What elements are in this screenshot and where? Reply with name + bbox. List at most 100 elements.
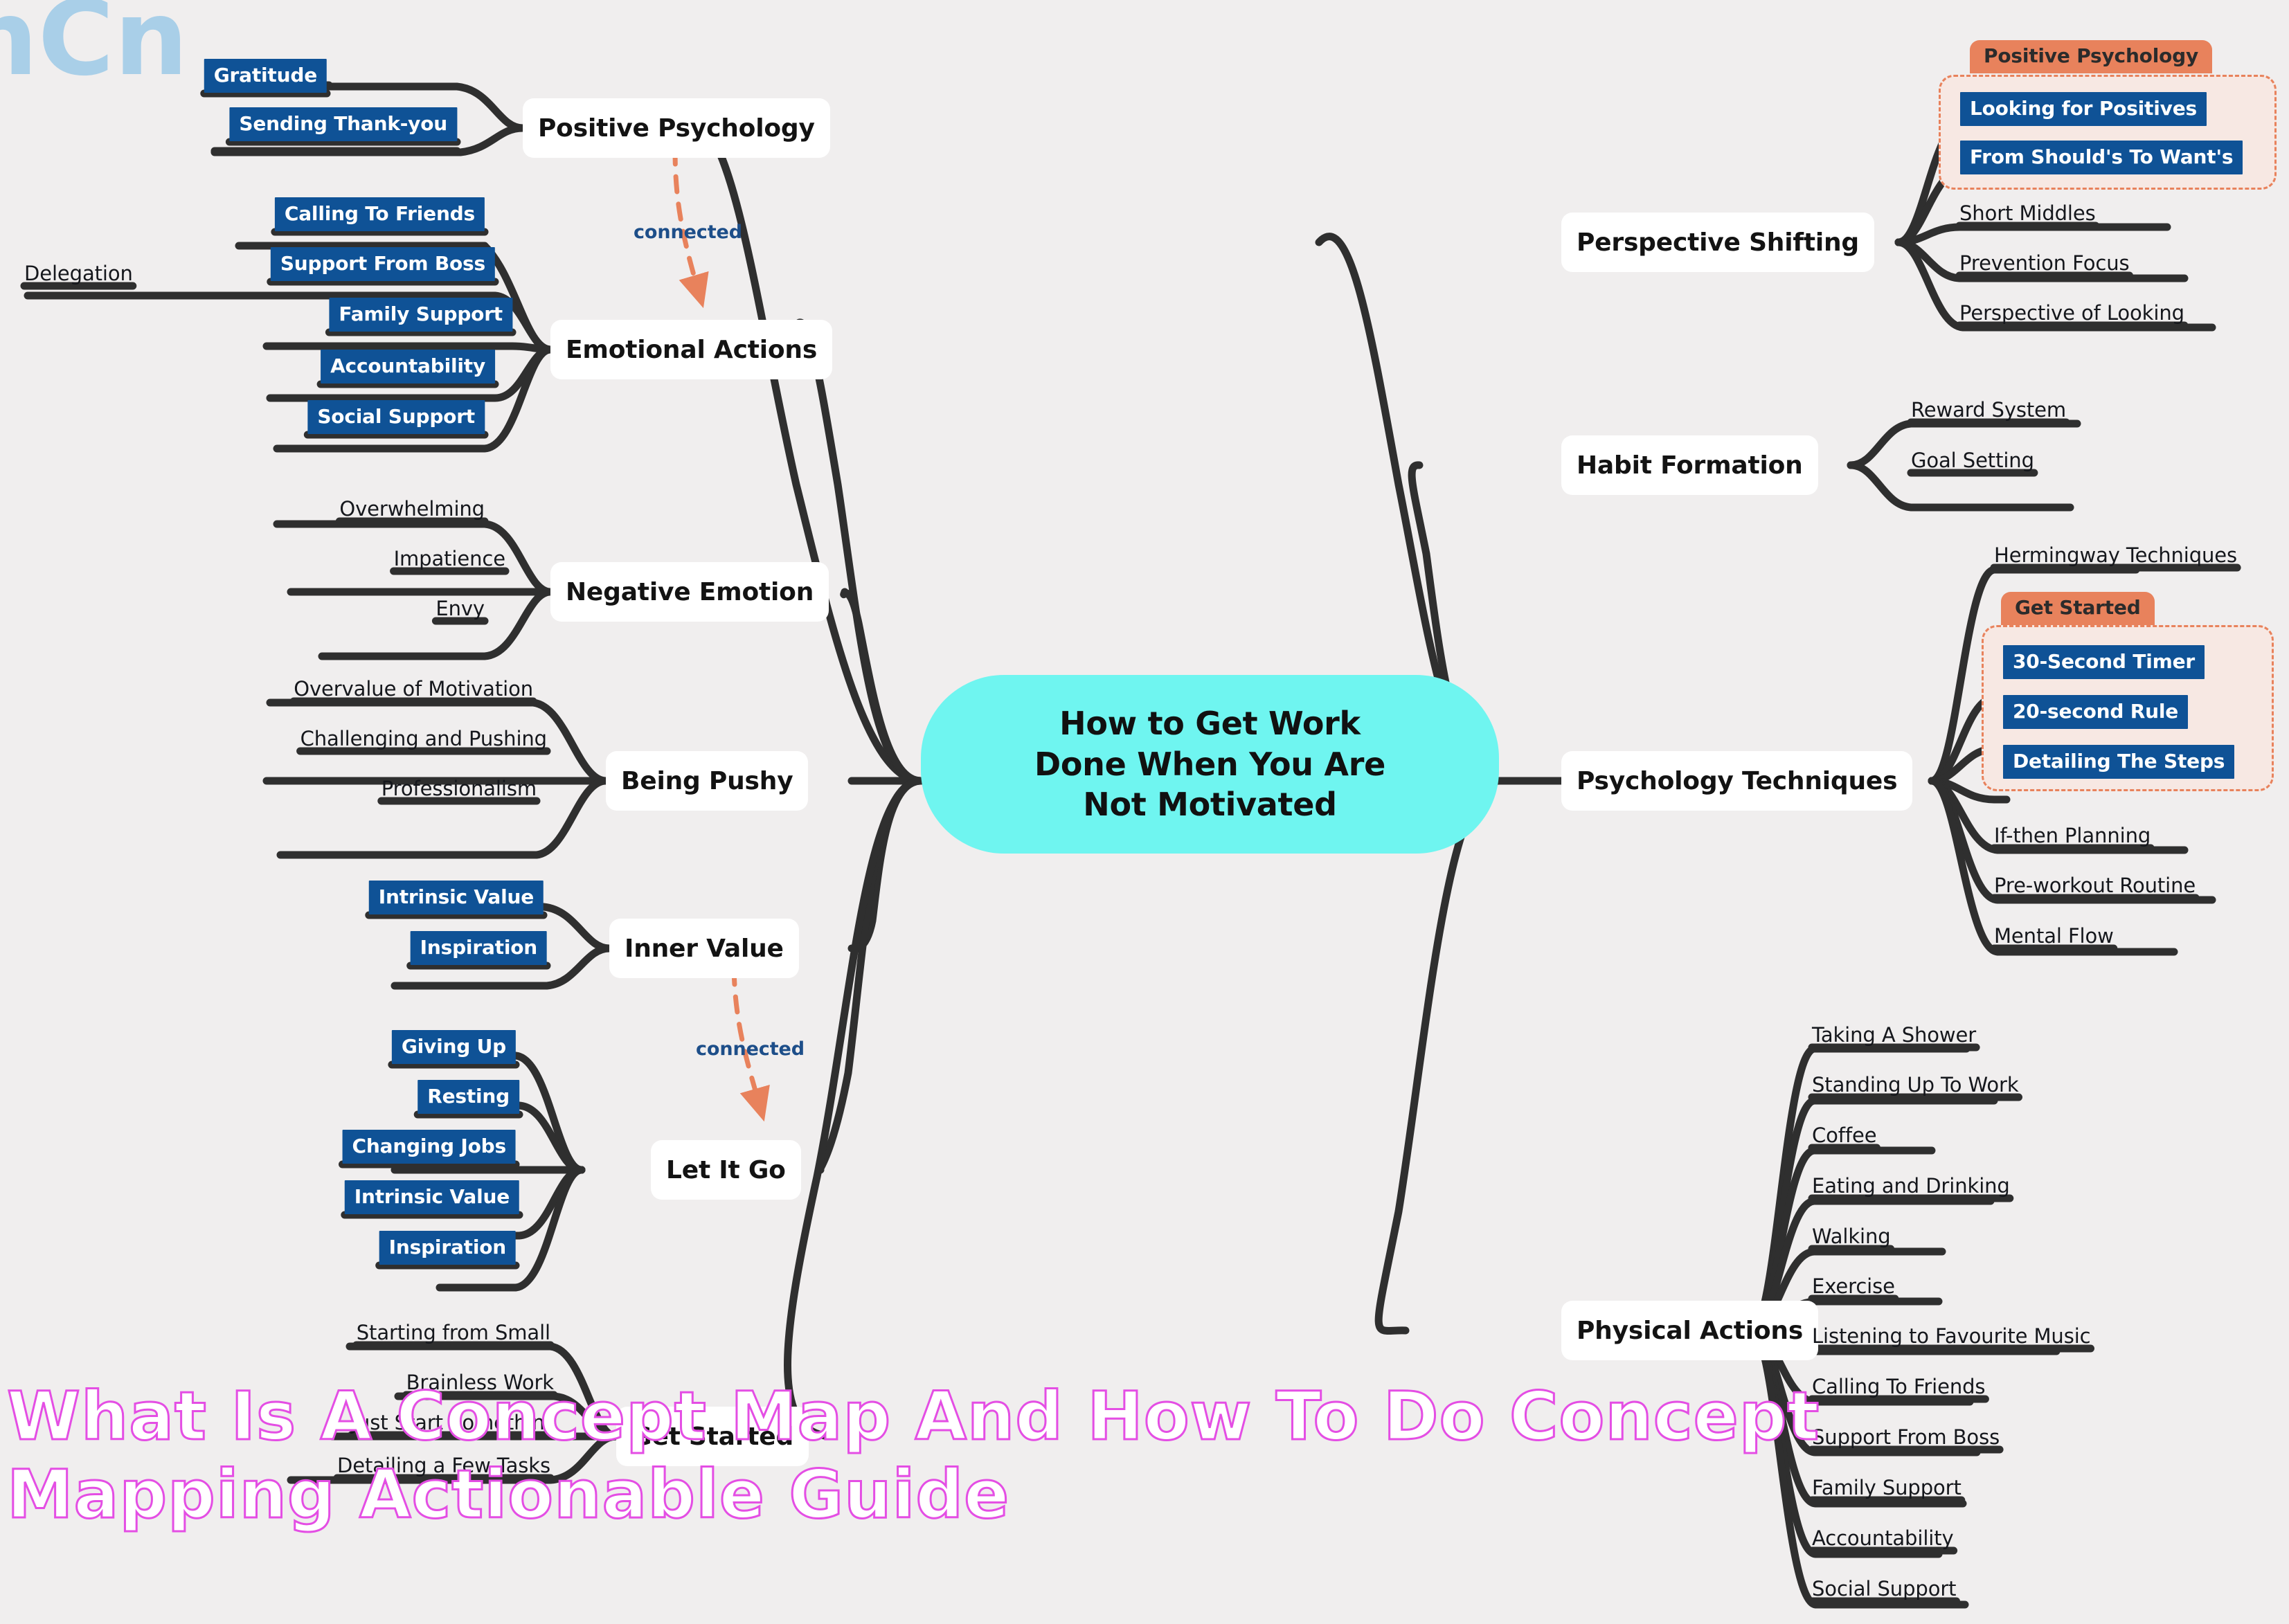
leaf-chip-sending-thank-you[interactable]: Sending Thank-you xyxy=(229,107,457,141)
leaf-chip-resting[interactable]: Resting xyxy=(418,1080,519,1114)
branch-node-inner-value[interactable]: Inner Value xyxy=(609,919,799,978)
leaf-chip-20-second-rule[interactable]: 20-second Rule xyxy=(2003,695,2189,729)
leaf-chip-support-from-boss[interactable]: Support From Boss xyxy=(270,247,495,281)
leaf-label-detailing-a-few-tasks[interactable]: Detailing a Few Tasks xyxy=(337,1454,550,1477)
branch-node-let-it-go[interactable]: Let It Go xyxy=(651,1140,801,1200)
leaf-label-just-start-something[interactable]: Just Start Something xyxy=(351,1411,557,1434)
branch-node-negative-emotion[interactable]: Negative Emotion xyxy=(550,562,829,622)
leaf-label: Short Middles xyxy=(1959,201,2096,225)
leaf-label: Detailing a Few Tasks xyxy=(337,1454,550,1477)
leaf-label-perspective-of-looking[interactable]: Perspective of Looking xyxy=(1959,301,2184,325)
leaf-chip-accountability[interactable]: Accountability xyxy=(321,350,495,384)
leaf-chip-intrinsic-value-inner[interactable]: Intrinsic Value xyxy=(368,881,544,914)
leaf-chip-detailing-the-steps[interactable]: Detailing The Steps xyxy=(2003,745,2235,779)
leaf-label: Resting xyxy=(427,1085,510,1108)
leaf-label-brainless-work[interactable]: Brainless Work xyxy=(406,1371,555,1394)
relation-label-connected-1: connected xyxy=(634,222,742,243)
leaf-label-reward-system[interactable]: Reward System xyxy=(1911,398,2066,422)
leaf-label: Overwhelming xyxy=(339,497,485,521)
branch-label: Inner Value xyxy=(625,934,784,963)
leaf-label-taking-a-shower[interactable]: Taking A Shower xyxy=(1812,1023,1976,1047)
leaf-label: Detailing The Steps xyxy=(2013,750,2225,773)
central-topic-node[interactable]: How to Get Work Done When You Are Not Mo… xyxy=(921,675,1499,854)
leaf-chip-changing-jobs[interactable]: Changing Jobs xyxy=(342,1130,516,1164)
branch-node-physical-actions[interactable]: Physical Actions xyxy=(1561,1301,1819,1360)
leaf-label-mental-flow[interactable]: Mental Flow xyxy=(1994,924,2114,948)
branch-label: Physical Actions xyxy=(1577,1316,1804,1345)
leaf-chip-social-support[interactable]: Social Support xyxy=(307,400,485,434)
leaf-label-challenging-and-pushing[interactable]: Challenging and Pushing xyxy=(300,727,547,750)
leaf-label: Social Support xyxy=(1812,1577,1957,1600)
leaf-label-overwhelming[interactable]: Overwhelming xyxy=(339,497,485,521)
relation-label-connected-2: connected xyxy=(696,1038,805,1060)
leaf-label-hermingway-techniques[interactable]: Hermingway Techniques xyxy=(1994,543,2237,567)
leaf-label-overvalue-of-motivation[interactable]: Overvalue of Motivation xyxy=(294,677,533,701)
leaf-label: 20-second Rule xyxy=(2013,700,2179,723)
leaf-label: If-then Planning xyxy=(1994,824,2151,847)
leaf-label-impatience[interactable]: Impatience xyxy=(394,547,506,570)
leaf-label-social-support-physical[interactable]: Social Support xyxy=(1812,1577,1957,1600)
leaf-label: Calling To Friends xyxy=(1812,1375,1986,1398)
leaf-label-standing-up-to-work[interactable]: Standing Up To Work xyxy=(1812,1073,2019,1097)
leaf-label: Intrinsic Value xyxy=(378,885,534,908)
leaf-label: Overvalue of Motivation xyxy=(294,677,533,701)
branch-node-get-started-left[interactable]: Get Started xyxy=(616,1407,809,1466)
leaf-label-professionalism[interactable]: Professionalism xyxy=(382,777,537,800)
branch-node-habit-formation[interactable]: Habit Formation xyxy=(1561,435,1818,495)
leaf-label-starting-from-small[interactable]: Starting from Small xyxy=(357,1321,550,1344)
leaf-label: Intrinsic Value xyxy=(354,1185,510,1208)
leaf-label-short-middles[interactable]: Short Middles xyxy=(1959,201,2096,225)
leaf-label-coffee[interactable]: Coffee xyxy=(1812,1124,1877,1147)
leaf-label: Taking A Shower xyxy=(1812,1023,1977,1047)
leaf-label-pre-workout-routine[interactable]: Pre-workout Routine xyxy=(1994,874,2196,897)
group-tab-get-started[interactable]: Get Started xyxy=(2001,592,2155,625)
branch-node-perspective-shifting[interactable]: Perspective Shifting xyxy=(1561,213,1874,272)
branch-label: Get Started xyxy=(631,1422,794,1451)
leaf-chip-30-second-timer[interactable]: 30-Second Timer xyxy=(2003,645,2205,679)
edge-logo-watermark: nCn xyxy=(0,0,188,99)
leaf-label-if-then-planning[interactable]: If-then Planning xyxy=(1994,824,2151,847)
leaf-label-support-from-boss-physical[interactable]: Support From Boss xyxy=(1812,1425,2000,1449)
leaf-label: Coffee xyxy=(1812,1124,1877,1147)
branch-node-psychology-techniques[interactable]: Psychology Techniques xyxy=(1561,751,1913,811)
leaf-label: Reward System xyxy=(1911,398,2067,422)
leaf-label-walking[interactable]: Walking xyxy=(1812,1225,1891,1248)
leaf-label: 30-Second Timer xyxy=(2013,650,2195,673)
relation-text: connected xyxy=(696,1038,805,1060)
leaf-label: Accountability xyxy=(330,354,485,377)
branch-node-emotional-actions[interactable]: Emotional Actions xyxy=(550,320,833,379)
leaf-chip-from-shoulds-to-wants[interactable]: From Should's To Want's xyxy=(1960,141,2243,174)
leaf-chip-inspiration-letgo[interactable]: Inspiration xyxy=(379,1231,516,1265)
leaf-label-family-support-physical[interactable]: Family Support xyxy=(1812,1476,1962,1499)
leaf-label: Changing Jobs xyxy=(352,1135,507,1157)
leaf-chip-inspiration-inner[interactable]: Inspiration xyxy=(410,931,547,965)
leaf-label: Brainless Work xyxy=(406,1371,555,1394)
leaf-chip-intrinsic-value-letgo[interactable]: Intrinsic Value xyxy=(344,1180,519,1214)
leaf-label: Gratitude xyxy=(213,64,317,87)
leaf-label-prevention-focus[interactable]: Prevention Focus xyxy=(1959,251,2130,275)
branch-node-positive-psychology[interactable]: Positive Psychology xyxy=(523,98,830,158)
leaf-chip-giving-up[interactable]: Giving Up xyxy=(391,1030,516,1064)
leaf-chip-family-support[interactable]: Family Support xyxy=(329,298,512,332)
leaf-label: Just Start Something xyxy=(351,1411,557,1434)
leaf-label: Listening to Favourite Music xyxy=(1812,1324,2091,1348)
leaf-label-accountability-physical[interactable]: Accountability xyxy=(1812,1526,1954,1550)
leaf-label: Challenging and Pushing xyxy=(300,727,547,750)
leaf-chip-looking-for-positives[interactable]: Looking for Positives xyxy=(1960,92,2207,126)
leaf-label: Inspiration xyxy=(420,936,538,959)
leaf-label: Standing Up To Work xyxy=(1812,1073,2019,1097)
leaf-label-calling-to-friends-physical[interactable]: Calling To Friends xyxy=(1812,1375,1986,1398)
leaf-chip-calling-to-friends[interactable]: Calling To Friends xyxy=(274,197,485,231)
leaf-label-envy[interactable]: Envy xyxy=(436,597,485,620)
leaf-chip-gratitude[interactable]: Gratitude xyxy=(204,59,327,93)
branch-node-being-pushy[interactable]: Being Pushy xyxy=(606,751,809,811)
leaf-label-goal-setting[interactable]: Goal Setting xyxy=(1911,449,2034,472)
leaf-label-delegation[interactable]: Delegation xyxy=(24,262,133,285)
leaf-label-listening-to-favourite-music[interactable]: Listening to Favourite Music xyxy=(1812,1324,2091,1348)
leaf-label: Mental Flow xyxy=(1994,924,2114,948)
group-tab-positive-psychology[interactable]: Positive Psychology xyxy=(1970,40,2213,73)
leaf-label-exercise[interactable]: Exercise xyxy=(1812,1274,1895,1298)
leaf-label-eating-and-drinking[interactable]: Eating and Drinking xyxy=(1812,1174,2010,1198)
leaf-label: Professionalism xyxy=(381,777,537,800)
leaf-label: From Should's To Want's xyxy=(1970,145,2234,168)
